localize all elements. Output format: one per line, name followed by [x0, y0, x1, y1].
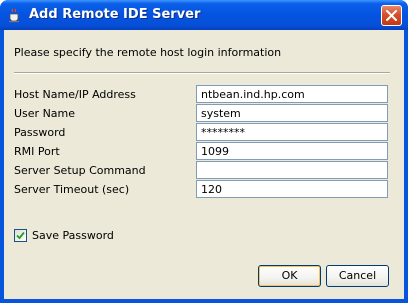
title-bar[interactable]: Add Remote IDE Server [0, 0, 408, 30]
dialog-window: Add Remote IDE Server Please specify the… [0, 0, 408, 303]
save-password-label: Save Password [32, 229, 114, 242]
java-cup-icon [7, 7, 23, 23]
timeout-input[interactable] [196, 180, 388, 198]
setup-command-label: Server Setup Command [14, 164, 146, 177]
instruction-text: Please specify the remote host login inf… [14, 46, 282, 59]
save-password-checkbox[interactable] [14, 229, 27, 242]
window-title: Add Remote IDE Server [29, 7, 201, 22]
separator [14, 72, 390, 74]
checkmark-icon [16, 231, 25, 240]
ok-button[interactable]: OK [258, 265, 321, 287]
close-x-icon [386, 10, 397, 21]
timeout-label: Server Timeout (sec) [14, 183, 130, 196]
close-button[interactable] [381, 5, 402, 26]
rmi-port-input[interactable] [196, 142, 388, 160]
rmi-port-label: RMI Port [14, 145, 60, 158]
host-label: Host Name/IP Address [14, 88, 136, 101]
username-input[interactable] [196, 104, 388, 122]
setup-command-input[interactable] [196, 161, 388, 179]
password-input[interactable] [196, 123, 388, 141]
username-label: User Name [14, 107, 76, 120]
host-input[interactable] [196, 85, 388, 103]
cancel-button[interactable]: Cancel [326, 265, 389, 287]
password-label: Password [14, 126, 66, 139]
dialog-content: Please specify the remote host login inf… [4, 30, 404, 299]
